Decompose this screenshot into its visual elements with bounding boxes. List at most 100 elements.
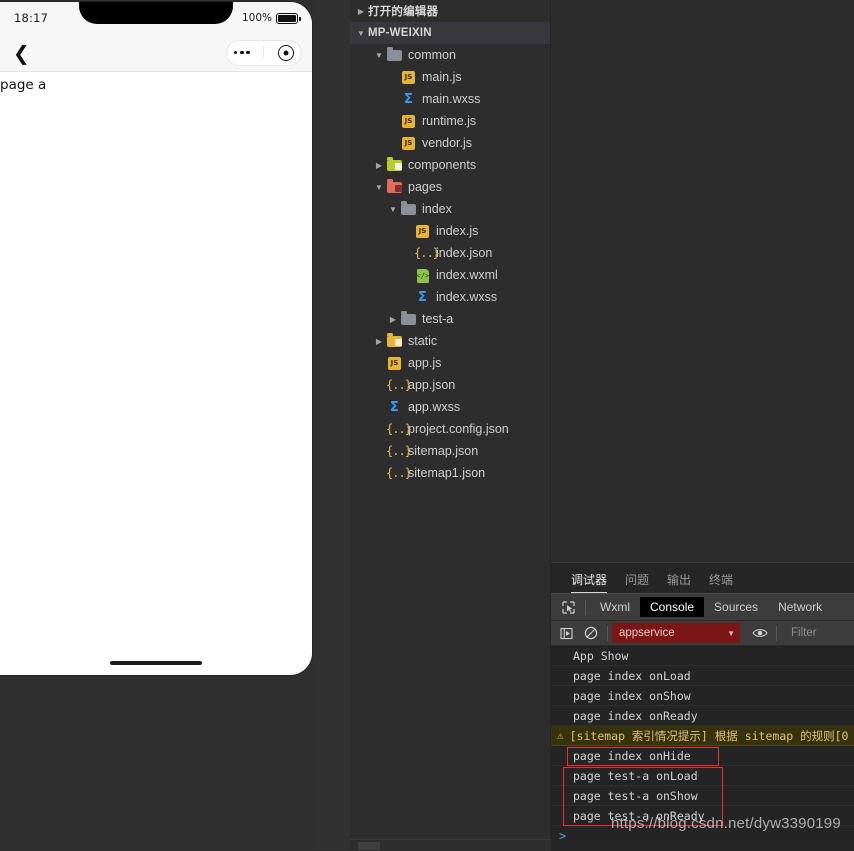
devtools-tab-console[interactable]: Console: [640, 597, 705, 617]
console-log-text: App Show: [573, 648, 629, 663]
console-log-row: page index onShow: [551, 686, 854, 706]
tree-file-row[interactable]: ▶Σindex.wxss: [350, 286, 550, 308]
target-circle-icon[interactable]: [278, 44, 295, 61]
console-log-list: App Show page index onLoad page index onSh…: [551, 646, 854, 826]
tree-folder-row[interactable]: ▼ pages: [350, 176, 550, 198]
tree-item-label: project.config.json: [408, 422, 509, 436]
phone-nav-bar: ❮: [0, 34, 312, 72]
tree-file-row[interactable]: ▶JSindex.js: [350, 220, 550, 242]
wxss-file-icon: Σ: [418, 289, 427, 305]
tree-file-row[interactable]: ▶JSvendor.js: [350, 132, 550, 154]
chevron-down-icon[interactable]: ▼: [372, 51, 386, 60]
devtools-tab-network[interactable]: Network: [768, 597, 832, 617]
tree-file-row[interactable]: ▶{..}sitemap1.json: [350, 462, 550, 484]
chevron-down-icon[interactable]: ▼: [372, 183, 386, 192]
project-root-row[interactable]: ▼ MP-WEIXIN: [350, 22, 550, 44]
app-window: 18:17 100% ❮ page a ▶ 打开的编辑器 ▼ MP-WEIXIN…: [0, 0, 854, 851]
tree-file-row[interactable]: ▶JSmain.js: [350, 66, 550, 88]
console-log-text: page test-a onLoad: [573, 768, 698, 783]
chevron-down-icon: ▼: [356, 28, 366, 38]
console-log-row: page test-a onShow: [551, 786, 854, 806]
tree-file-row[interactable]: ▶{..}app.json: [350, 374, 550, 396]
open-editors-section[interactable]: ▶ 打开的编辑器: [350, 0, 550, 22]
battery-icon: [276, 12, 301, 24]
chevron-right-icon[interactable]: ▶: [372, 161, 386, 170]
editor-area: [551, 0, 854, 562]
tree-item-label: static: [408, 334, 438, 348]
tree-folder-row[interactable]: ▶ test-a: [350, 308, 550, 330]
phone-notch: [79, 2, 233, 24]
devtools-tab-sources[interactable]: Sources: [704, 597, 768, 617]
wxml-file-icon: </>: [414, 268, 431, 283]
tree-item-label: main.js: [422, 70, 462, 84]
tree-folder-row[interactable]: ▼ common: [350, 44, 550, 66]
tree-item-label: pages: [408, 180, 443, 194]
console-filter-input[interactable]: Filter: [781, 627, 817, 639]
folder-yellow-icon: [386, 333, 403, 349]
tree-file-row[interactable]: ▶</>index.wxml: [350, 264, 550, 286]
json-file-icon: {..}: [386, 443, 412, 458]
tree-file-row[interactable]: ▶JSruntime.js: [350, 110, 550, 132]
console-log-row: page index onHide: [551, 746, 854, 766]
phone-page-body: page a: [0, 72, 312, 675]
console-context-select[interactable]: appservice ▼: [612, 623, 740, 643]
devtools-tab-wxml[interactable]: Wxml: [590, 597, 640, 617]
more-dots-icon[interactable]: [233, 50, 250, 55]
tree-file-row[interactable]: ▶Σmain.wxss: [350, 88, 550, 110]
simulator-panel: 18:17 100% ❮ page a: [0, 0, 313, 680]
phone-frame: 18:17 100% ❮ page a: [0, 2, 312, 675]
chevron-down-icon: ▼: [727, 628, 735, 638]
folder-grey-icon: [386, 47, 403, 63]
tree-item-label: vendor.js: [422, 136, 473, 150]
console-log-text: page test-a onShow: [573, 788, 698, 803]
file-explorer: ▶ 打开的编辑器 ▼ MP-WEIXIN ▼common▶JSmain.js▶Σ…: [350, 0, 551, 850]
tree-folder-row[interactable]: ▼ index: [350, 198, 550, 220]
console-log-text: page index onHide: [573, 748, 691, 763]
json-file-icon: {..}: [386, 421, 412, 436]
wxss-file-icon: Σ: [404, 91, 413, 107]
tree-item-label: main.wxss: [422, 92, 481, 106]
warning-triangle-icon: ⚠: [557, 729, 564, 742]
js-file-icon: JS: [386, 356, 403, 371]
eye-icon[interactable]: [748, 623, 772, 643]
home-indicator: [110, 661, 202, 665]
folder-grey-icon: [400, 201, 417, 217]
tree-file-row[interactable]: ▶JSapp.js: [350, 352, 550, 374]
tree-file-row[interactable]: ▶{..}project.config.json: [350, 418, 550, 440]
folder-green-icon: [386, 157, 403, 173]
panel-tab-2[interactable]: 输出: [667, 571, 691, 593]
status-bar-right: 100%: [242, 12, 301, 24]
step-into-icon[interactable]: [555, 623, 579, 643]
tree-folder-row[interactable]: ▶ components: [350, 154, 550, 176]
console-output[interactable]: App Show page index onLoad page index onSh…: [551, 646, 854, 842]
chevron-down-icon[interactable]: ▼: [386, 205, 400, 214]
console-log-row: page index onLoad: [551, 666, 854, 686]
file-tree: ▼common▶JSmain.js▶Σmain.wxss▶JSruntime.j…: [350, 44, 550, 484]
clear-console-icon[interactable]: [579, 623, 603, 643]
tree-folder-row[interactable]: ▶ static: [350, 330, 550, 352]
panel-tab-0[interactable]: 调试器: [571, 571, 608, 593]
tree-item-label: index.json: [436, 246, 493, 260]
tree-file-row[interactable]: ▶{..}sitemap.json: [350, 440, 550, 462]
tree-file-row[interactable]: ▶Σapp.wxss: [350, 396, 550, 418]
js-file-icon: JS: [414, 224, 431, 239]
status-bar-time: 18:17: [14, 11, 49, 25]
console-context-value: appservice: [619, 627, 675, 639]
chevron-left-icon[interactable]: ❮: [9, 43, 34, 63]
tree-item-label: app.json: [408, 378, 456, 392]
explorer-bottom-tab[interactable]: [358, 842, 380, 850]
devtools-tab-bar: Wxml Console Sources Network: [551, 593, 854, 621]
chevron-right-icon[interactable]: ▶: [372, 337, 386, 346]
wechat-capsule-button[interactable]: [226, 39, 302, 66]
toolbar-divider: [585, 599, 586, 615]
tree-item-label: index.js: [436, 224, 479, 238]
phone-status-bar: 18:17 100%: [0, 2, 312, 34]
tree-item-label: sitemap.json: [408, 444, 479, 458]
chevron-right-icon[interactable]: ▶: [386, 315, 400, 324]
panel-tab-3[interactable]: 终端: [709, 571, 733, 593]
tree-file-row[interactable]: ▶{..}index.json: [350, 242, 550, 264]
simulator-backdrop: [313, 0, 350, 850]
open-editors-label: 打开的编辑器: [368, 6, 439, 18]
inspect-cursor-icon[interactable]: [555, 596, 581, 618]
panel-tab-1[interactable]: 问题: [625, 571, 649, 593]
